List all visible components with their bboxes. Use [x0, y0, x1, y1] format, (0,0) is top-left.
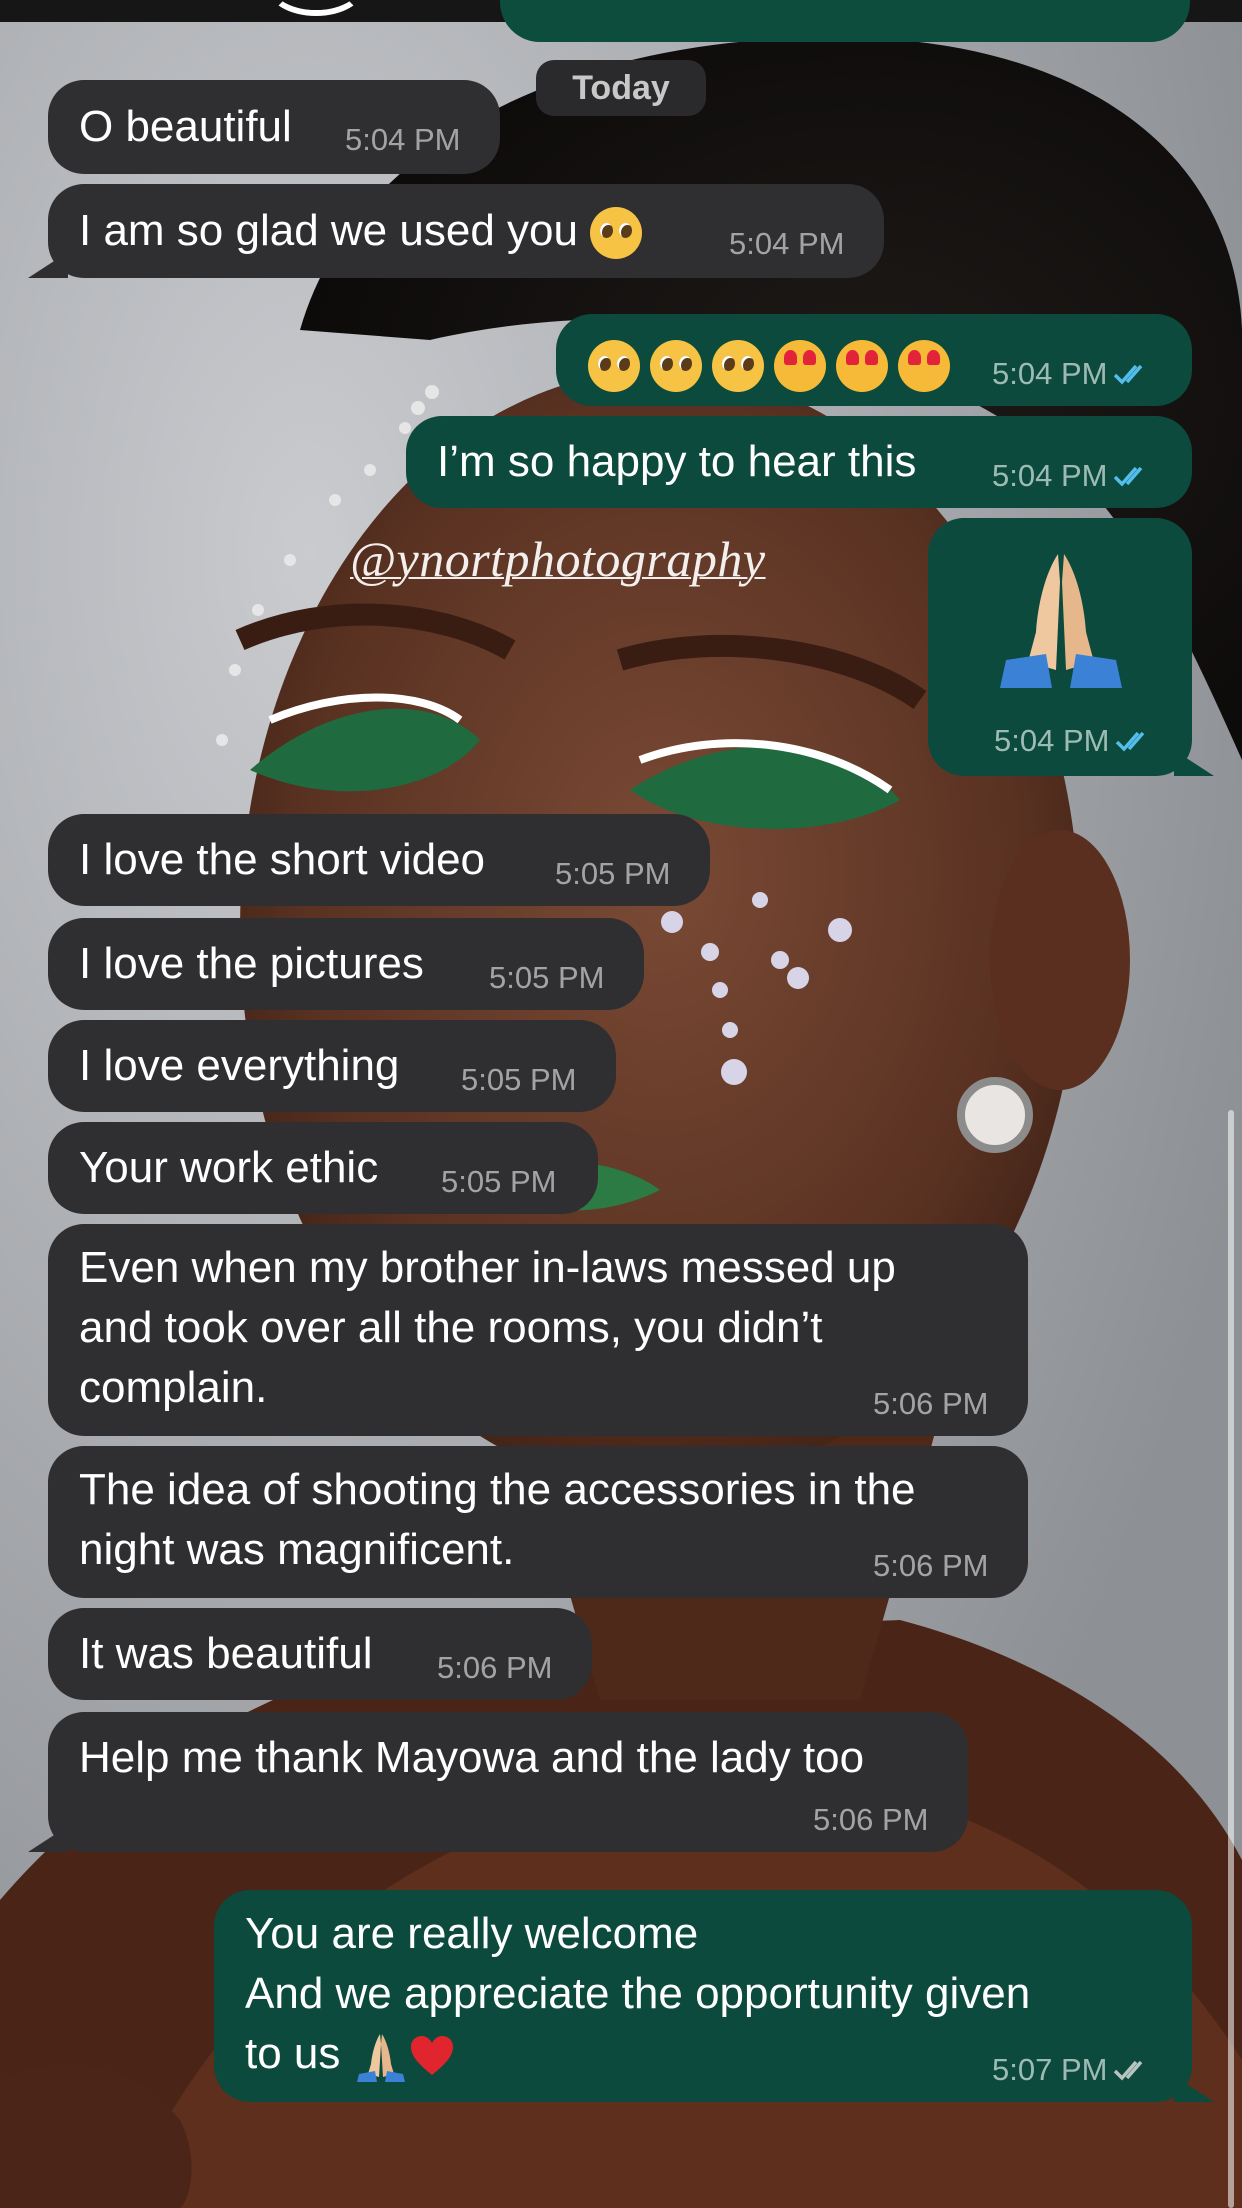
pleading-face-icon: [712, 340, 764, 393]
message-time: 5:07 PM: [992, 2052, 1108, 2087]
message-time: 5:05 PM: [555, 856, 671, 891]
message-time: 5:06 PM: [437, 1650, 553, 1685]
message-time: 5:04 PM: [992, 458, 1108, 493]
pleading-face-icon: [590, 207, 643, 260]
incoming-message[interactable]: Even when my brother in-laws messed up a…: [48, 1224, 1028, 1436]
incoming-message[interactable]: I love the pictures 5:05 PM: [48, 918, 644, 1010]
header-strip: [0, 0, 1242, 42]
message-time: 5:06 PM: [813, 1802, 929, 1837]
message-text: Help me thank Mayowa and the lady too: [79, 1733, 865, 1782]
red-heart-icon: [410, 2036, 453, 2076]
incoming-message[interactable]: It was beautiful 5:06 PM: [48, 1608, 592, 1700]
message-text: I’m so happy to hear this: [437, 437, 917, 486]
message-time: 5:04 PM: [992, 356, 1108, 391]
bubble-tail: [1174, 750, 1214, 776]
smiling-face-with-hearts-icon: [836, 340, 888, 393]
message-text: Your work ethic: [79, 1143, 379, 1192]
bubble-tail: [1174, 2076, 1214, 2102]
pleading-face-icon: [650, 340, 702, 393]
emoji-row: [588, 334, 960, 394]
outgoing-message[interactable]: You are really welcome And we appreciate…: [214, 1890, 1214, 2102]
incoming-message[interactable]: I love everything 5:05 PM: [48, 1020, 616, 1112]
pleading-face-icon: [588, 340, 640, 393]
bubble-tail: [28, 252, 68, 278]
photo-watermark: @ynortphotography: [350, 531, 766, 587]
incoming-message[interactable]: O beautiful 5:04 PM: [48, 80, 500, 174]
outgoing-message[interactable]: 5:04 PM: [556, 314, 1192, 406]
message-text: I am so glad we used you: [79, 206, 578, 255]
folded-hands-icon: [1000, 554, 1122, 688]
message-time: 5:04 PM: [345, 122, 461, 157]
previous-outgoing-bubble: [500, 0, 1190, 42]
outgoing-message[interactable]: I’m so happy to hear this 5:04 PM: [406, 416, 1192, 508]
read-receipt-icon: [1114, 466, 1143, 487]
read-receipt-icon: [1116, 731, 1145, 752]
incoming-message[interactable]: Your work ethic 5:05 PM: [48, 1122, 598, 1214]
message-text: I love the short video: [79, 835, 486, 884]
contact-avatar[interactable]: [268, 0, 364, 16]
bubble-tail: [28, 1826, 68, 1852]
delivered-receipt-icon: [1114, 2060, 1143, 2081]
message-text: The idea of shooting the accessories in …: [79, 1465, 916, 1574]
message-text: I love everything: [79, 1041, 400, 1090]
date-divider: Today: [536, 60, 706, 116]
incoming-message[interactable]: Help me thank Mayowa and the lady too 5:…: [28, 1712, 968, 1852]
incoming-message[interactable]: I am so glad we used you 5:04 PM: [28, 184, 884, 278]
message-text: O beautiful: [79, 102, 292, 151]
message-time: 5:05 PM: [489, 960, 605, 995]
message-time: 5:04 PM: [994, 723, 1110, 758]
incoming-message[interactable]: I love the short video 5:05 PM: [48, 814, 710, 906]
message-time: 5:04 PM: [729, 226, 845, 261]
message-text: I love the pictures: [79, 939, 424, 988]
message-time: 5:06 PM: [873, 1386, 989, 1421]
incoming-message[interactable]: The idea of shooting the accessories in …: [48, 1446, 1028, 1598]
message-time: 5:05 PM: [461, 1062, 577, 1097]
message-text: It was beautiful: [79, 1629, 373, 1678]
smiling-face-with-hearts-icon: [774, 340, 826, 393]
message-time: 5:06 PM: [873, 1548, 989, 1583]
message-time: 5:05 PM: [441, 1164, 557, 1199]
scrollbar[interactable]: [1228, 1110, 1234, 2208]
message-text: Even when my brother in-laws messed up a…: [79, 1243, 896, 1412]
folded-hands-icon: [356, 2034, 405, 2083]
outgoing-message[interactable]: 5:04 PM: [928, 518, 1214, 776]
smiling-face-with-hearts-icon: [898, 340, 950, 393]
read-receipt-icon: [1114, 364, 1143, 385]
